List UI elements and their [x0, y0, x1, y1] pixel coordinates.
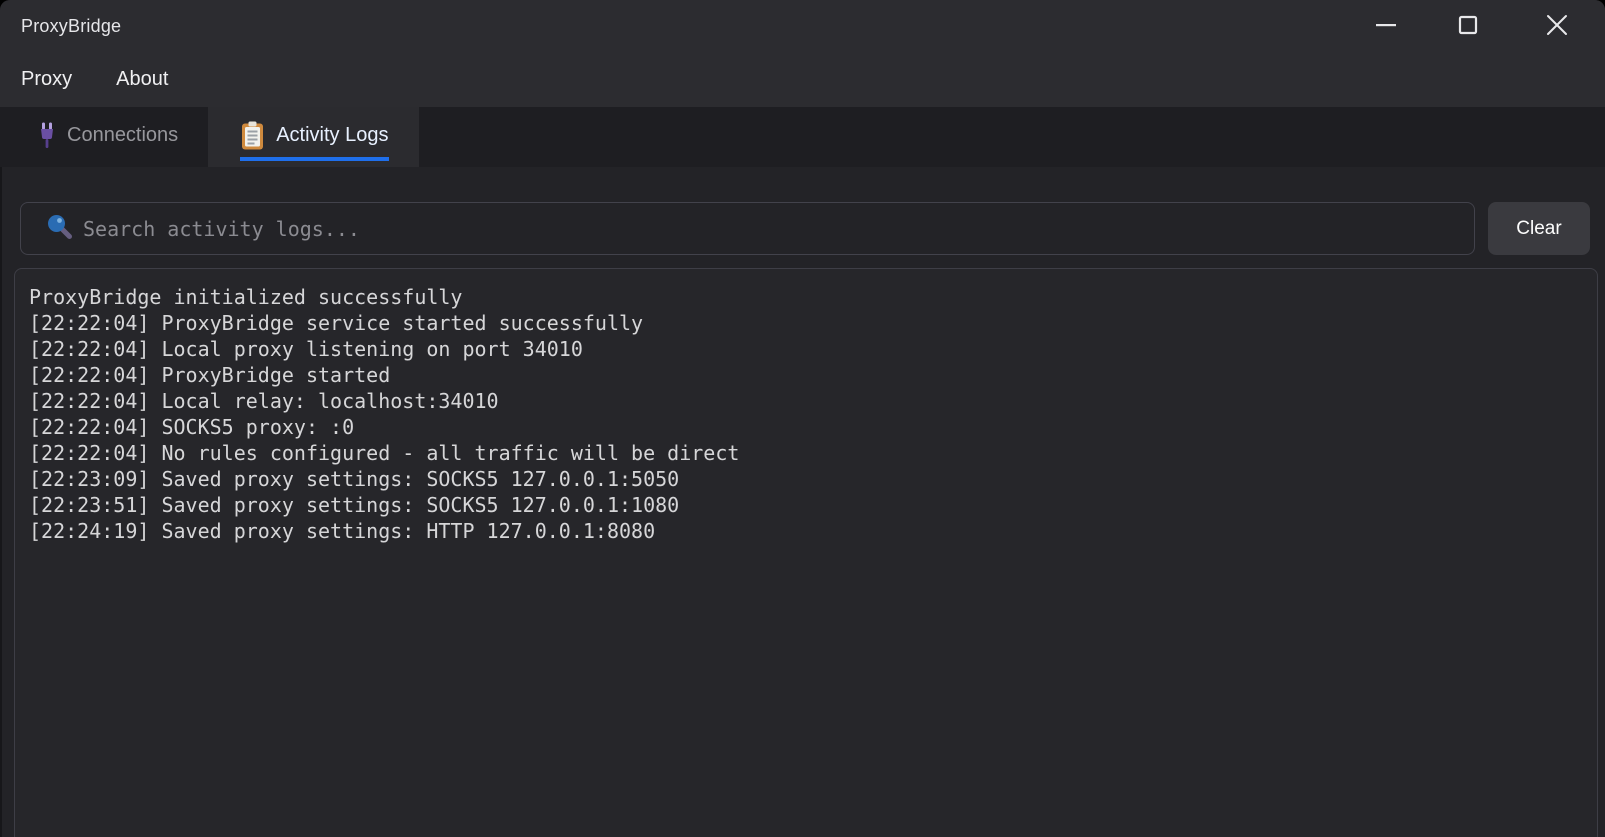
close-icon: [1546, 14, 1568, 36]
tab-activity-logs[interactable]: Activity Logs: [208, 107, 420, 167]
clear-button[interactable]: Clear: [1488, 202, 1590, 255]
log-line: [22:23:51] Saved proxy settings: SOCKS5 …: [29, 493, 680, 517]
close-button[interactable]: [1509, 0, 1605, 50]
menu-item-about[interactable]: About: [116, 68, 168, 91]
log-line: [22:22:04] Local proxy listening on port…: [29, 337, 583, 361]
tab-connections[interactable]: Connections: [0, 107, 208, 167]
log-line: [22:22:04] Local relay: localhost:34010: [29, 389, 499, 413]
menu-bar: Proxy About: [0, 52, 1605, 107]
plug-icon: [39, 122, 55, 150]
log-line: [22:22:04] SOCKS5 proxy: :0: [29, 415, 355, 439]
activity-log-panel[interactable]: ProxyBridge initialized successfully [22…: [14, 268, 1598, 837]
log-line: [22:22:04] ProxyBridge service started s…: [29, 311, 644, 335]
proxybridge-window: ProxyBridge Proxy About Connections Acti…: [0, 0, 1605, 837]
minimize-icon: [1375, 14, 1397, 36]
log-line: ProxyBridge initialized successfully: [29, 285, 463, 309]
window-header: ProxyBridge Proxy About: [0, 0, 1605, 107]
log-line: [22:24:19] Saved proxy settings: HTTP 12…: [29, 519, 656, 543]
clipboard-icon: [241, 121, 264, 150]
menu-item-proxy[interactable]: Proxy: [21, 68, 72, 91]
tab-label: Connections: [67, 124, 179, 146]
window-title: ProxyBridge: [21, 15, 122, 36]
minimize-button[interactable]: [1345, 0, 1427, 50]
log-line: [22:22:04] No rules configured - all tra…: [29, 441, 740, 465]
search-field-wrap: [20, 202, 1475, 255]
maximize-button[interactable]: [1427, 0, 1509, 50]
tab-strip: Connections Activity Logs: [0, 107, 1605, 167]
log-line: [22:22:04] ProxyBridge started: [29, 363, 391, 387]
window-controls: [1345, 0, 1605, 50]
search-row: Clear: [20, 202, 1590, 255]
log-line: [22:23:09] Saved proxy settings: SOCKS5 …: [29, 467, 680, 491]
maximize-icon: [1458, 15, 1478, 35]
search-input[interactable]: [20, 202, 1475, 255]
tab-label: Activity Logs: [276, 124, 389, 146]
